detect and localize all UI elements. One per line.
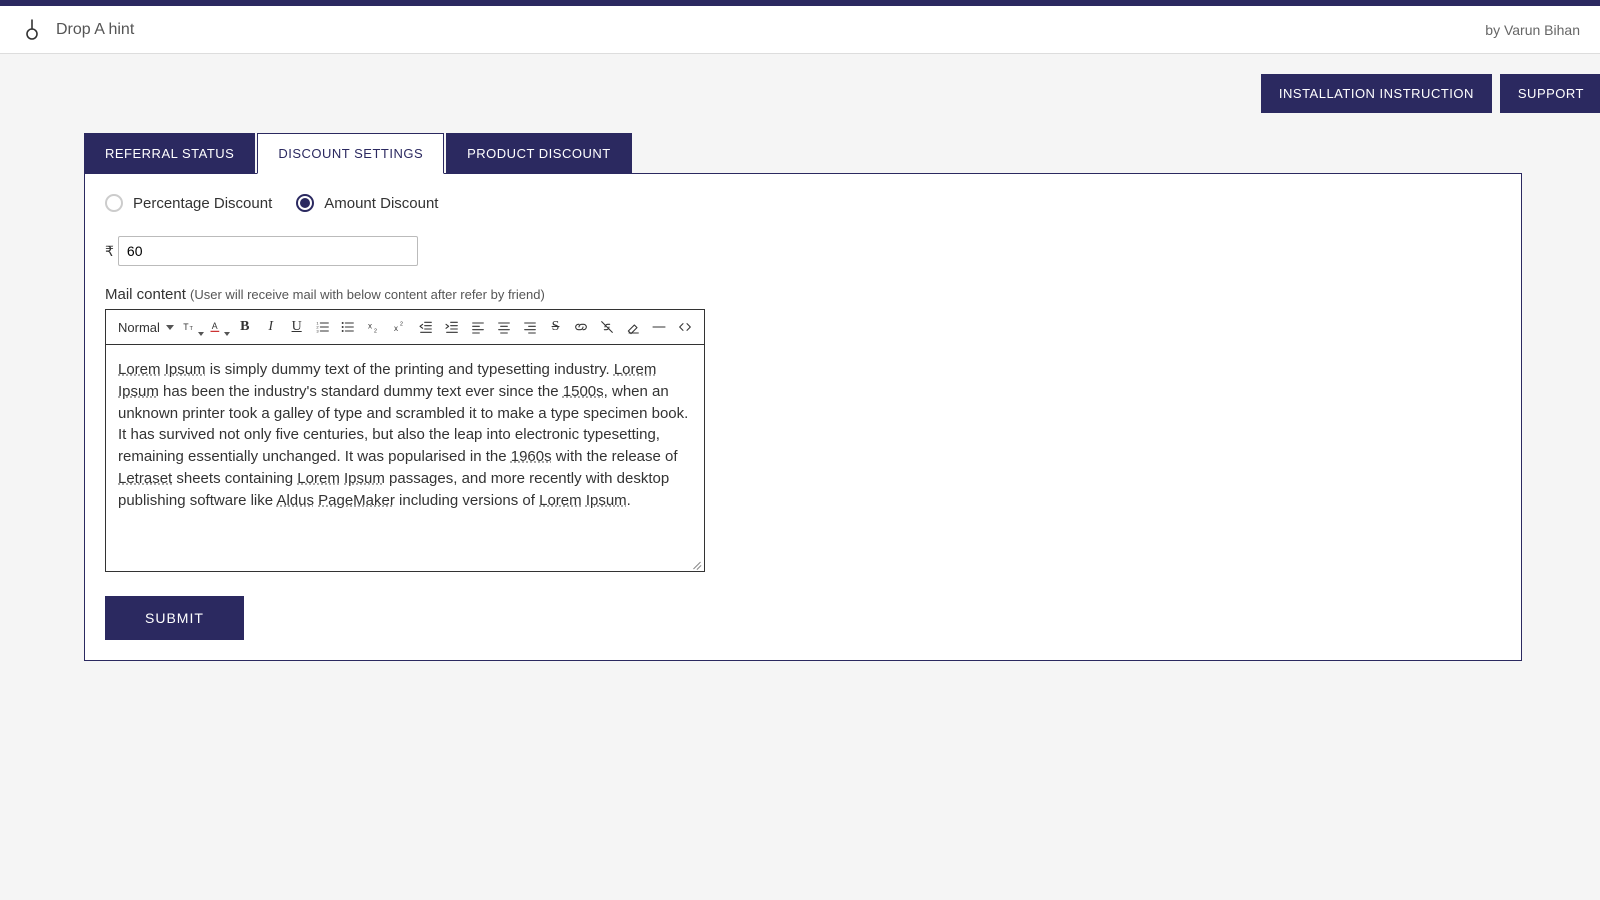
mail-content-label: Mail content (User will receive mail wit… [105,286,1501,303]
settings-tabs: REFERRAL STATUS DISCOUNT SETTINGS PRODUC… [84,133,1600,174]
editor-content-text: Lorem Ipsum is simply dummy text of the … [118,361,688,509]
svg-text:T: T [189,326,193,332]
outdent-button[interactable] [415,316,437,338]
amount-row: ₹ [105,236,1501,266]
tab-product-discount[interactable]: PRODUCT DISCOUNT [446,133,632,174]
install-instruction-button[interactable]: INSTALLATION INSTRUCTION [1261,74,1492,113]
app-title: Drop A hint [56,21,134,39]
radio-circle-icon [296,194,314,212]
richtext-editor: Normal TT A B I U 123 [105,309,705,572]
svg-text:3: 3 [316,328,319,333]
italic-button[interactable]: I [260,316,282,338]
app-author: by Varun Bihan [1485,22,1580,38]
editor-textarea[interactable]: Lorem Ipsum is simply dummy text of the … [106,345,704,571]
svg-text:x: x [394,324,398,333]
discount-amount-input[interactable] [118,236,418,266]
chevron-down-icon [224,332,230,336]
ordered-list-button[interactable]: 123 [312,316,334,338]
code-view-button[interactable] [674,316,696,338]
link-button[interactable] [570,316,592,338]
subscript-button[interactable]: x2 [363,316,385,338]
radio-amount-discount[interactable]: Amount Discount [296,194,438,212]
strikethrough-button[interactable]: S [545,316,567,338]
editor-toolbar: Normal TT A B I U 123 [106,310,704,345]
format-dropdown-label: Normal [118,320,160,335]
indent-button[interactable] [441,316,463,338]
align-right-button[interactable] [519,316,541,338]
app-header: Drop A hint by Varun Bihan [0,6,1600,54]
clear-format-button[interactable] [622,316,644,338]
svg-text:x: x [368,321,372,330]
font-color-dropdown[interactable]: A [208,316,230,338]
radio-circle-icon [105,194,123,212]
svg-text:2: 2 [374,328,377,334]
radio-amount-label: Amount Discount [324,195,438,212]
currency-symbol: ₹ [105,243,114,260]
support-button[interactable]: SUPPORT [1500,74,1600,113]
chevron-down-icon [166,325,174,330]
discount-settings-panel: Percentage Discount Amount Discount ₹ Ma… [84,173,1522,661]
radio-percentage-discount[interactable]: Percentage Discount [105,194,272,212]
format-dropdown[interactable]: Normal [114,318,178,337]
svg-text:A: A [212,321,218,331]
radio-percentage-label: Percentage Discount [133,195,272,212]
mail-content-sublabel: (User will receive mail with below conte… [190,287,545,302]
svg-text:2: 2 [400,322,403,328]
unordered-list-button[interactable] [337,316,359,338]
top-action-buttons: INSTALLATION INSTRUCTION SUPPORT [6,74,1600,133]
mail-content-label-text: Mail content [105,286,186,303]
horizontal-rule-button[interactable] [648,316,670,338]
underline-button[interactable]: U [286,316,308,338]
discount-type-radios: Percentage Discount Amount Discount [105,194,1501,212]
font-size-dropdown[interactable]: TT [182,316,204,338]
resize-handle-icon[interactable] [690,557,702,569]
tab-discount-settings[interactable]: DISCOUNT SETTINGS [257,133,444,174]
align-center-button[interactable] [493,316,515,338]
superscript-button[interactable]: x2 [389,316,411,338]
svg-text:T: T [183,322,189,332]
tab-referral-status[interactable]: REFERRAL STATUS [84,133,255,174]
app-logo-icon [20,18,44,42]
chevron-down-icon [198,332,204,336]
align-left-button[interactable] [467,316,489,338]
bold-button[interactable]: B [234,316,256,338]
submit-button[interactable]: SUBMIT [105,596,244,640]
unlink-button[interactable] [596,316,618,338]
